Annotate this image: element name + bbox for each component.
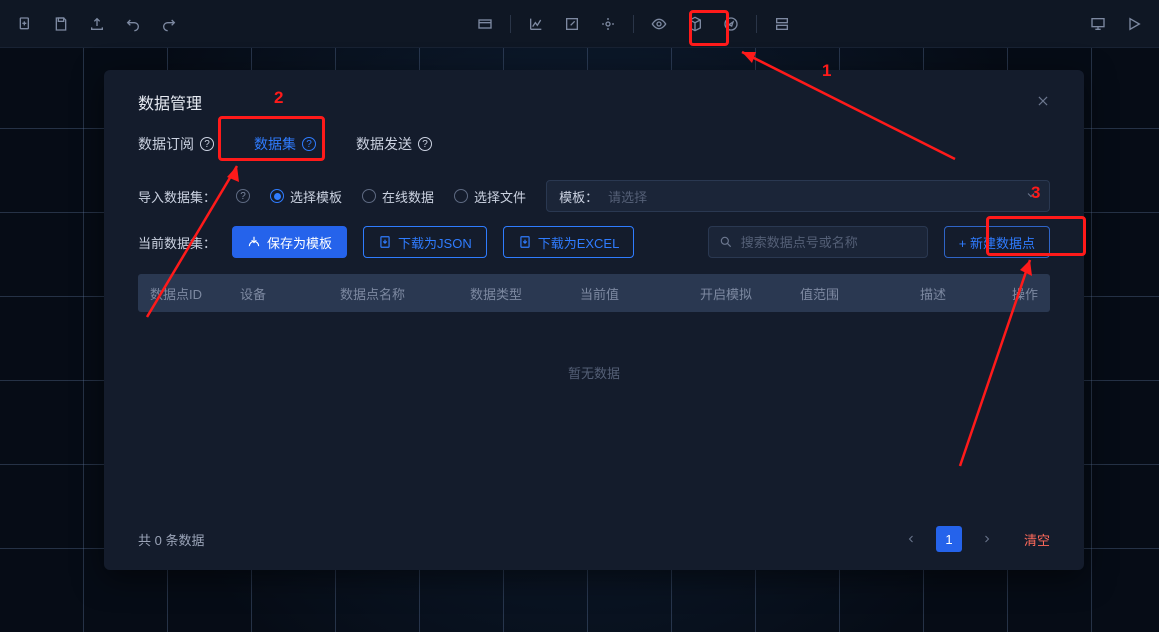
col-range: 值范围 — [800, 284, 920, 303]
button-label: 下载为JSON — [398, 233, 472, 252]
table-empty: 暂无数据 — [138, 312, 1050, 432]
upload-icon[interactable] — [86, 13, 108, 35]
radio-label: 选择文件 — [474, 187, 526, 206]
search-field[interactable] — [741, 235, 917, 250]
chevron-left-icon — [905, 533, 917, 545]
pager-prev[interactable] — [898, 526, 924, 552]
presentation-icon[interactable] — [1087, 13, 1109, 35]
table-header: 数据点ID 设备 数据点名称 数据类型 当前值 开启模拟 值范围 描述 操作 — [138, 274, 1050, 312]
help-icon[interactable]: ? — [236, 189, 250, 203]
compass-icon[interactable] — [720, 13, 742, 35]
tab-subscribe[interactable]: 数据订阅 ? — [138, 130, 214, 158]
row-count: 共 0 条数据 — [138, 530, 204, 549]
help-icon: ? — [302, 137, 316, 151]
current-label: 当前数据集： — [138, 233, 216, 252]
dialog-tabs: 数据订阅 ? 数据集 ? 数据发送 ? — [138, 130, 1050, 158]
pager-current[interactable]: 1 — [936, 526, 962, 552]
pager-next[interactable] — [974, 526, 1000, 552]
help-icon: ? — [418, 137, 432, 151]
add-datapoint-button[interactable]: + 新建数据点 — [944, 226, 1050, 258]
target-small-icon[interactable] — [597, 13, 619, 35]
col-value: 当前值 — [580, 284, 700, 303]
template-select[interactable]: 模板： 请选择 — [546, 180, 1050, 212]
col-device: 设备 — [240, 284, 340, 303]
radio-template[interactable]: 选择模板 — [270, 187, 342, 206]
undo-icon[interactable] — [122, 13, 144, 35]
tab-label: 数据订阅 — [138, 134, 194, 154]
col-type: 数据类型 — [470, 284, 580, 303]
col-action: 操作 — [948, 284, 1038, 303]
dialog-title: 数据管理 — [138, 90, 202, 114]
scene-icon[interactable] — [474, 13, 496, 35]
button-label: 下载为EXCEL — [538, 233, 620, 252]
data-manage-icon[interactable] — [771, 13, 793, 35]
col-name: 数据点名称 — [340, 284, 470, 303]
col-id: 数据点ID — [150, 284, 240, 303]
col-simulate: 开启模拟 — [700, 284, 800, 303]
radio-label: 在线数据 — [382, 187, 434, 206]
top-toolbar — [0, 0, 1159, 48]
tab-send[interactable]: 数据发送 ? — [356, 130, 432, 158]
search-icon — [719, 235, 733, 249]
radio-label: 选择模板 — [290, 187, 342, 206]
radio-online[interactable]: 在线数据 — [362, 187, 434, 206]
import-label: 导入数据集： — [138, 187, 216, 206]
download-excel-button[interactable]: 下载为EXCEL — [503, 226, 635, 258]
col-desc: 描述 — [920, 284, 948, 303]
edit-box-icon[interactable] — [561, 13, 583, 35]
select-placeholder: 请选择 — [608, 187, 647, 206]
redo-icon[interactable] — [158, 13, 180, 35]
download-json-button[interactable]: 下载为JSON — [363, 226, 487, 258]
help-icon: ? — [200, 137, 214, 151]
save-icon[interactable] — [50, 13, 72, 35]
clear-button[interactable]: 清空 — [1024, 530, 1050, 549]
search-input[interactable] — [708, 226, 928, 258]
select-label: 模板： — [559, 187, 598, 206]
tab-dataset[interactable]: 数据集 ? — [254, 130, 316, 158]
close-icon[interactable] — [1036, 94, 1050, 111]
eye-icon[interactable] — [648, 13, 670, 35]
play-icon[interactable] — [1123, 13, 1145, 35]
button-label: 保存为模板 — [267, 233, 332, 252]
chart-icon[interactable] — [525, 13, 547, 35]
radio-file[interactable]: 选择文件 — [454, 187, 526, 206]
cube-icon[interactable] — [684, 13, 706, 35]
chevron-right-icon — [981, 533, 993, 545]
button-label: + 新建数据点 — [959, 233, 1035, 252]
chevron-down-icon — [1025, 189, 1037, 204]
tab-label: 数据集 — [254, 134, 296, 154]
save-template-button[interactable]: 保存为模板 — [232, 226, 347, 258]
data-table: 数据点ID 设备 数据点名称 数据类型 当前值 开启模拟 值范围 描述 操作 暂… — [138, 274, 1050, 432]
data-manage-dialog: 数据管理 数据订阅 ? 数据集 ? 数据发送 ? 导入数据集： ? 选择模板 在… — [104, 70, 1084, 570]
tab-label: 数据发送 — [356, 134, 412, 154]
new-file-icon[interactable] — [14, 13, 36, 35]
